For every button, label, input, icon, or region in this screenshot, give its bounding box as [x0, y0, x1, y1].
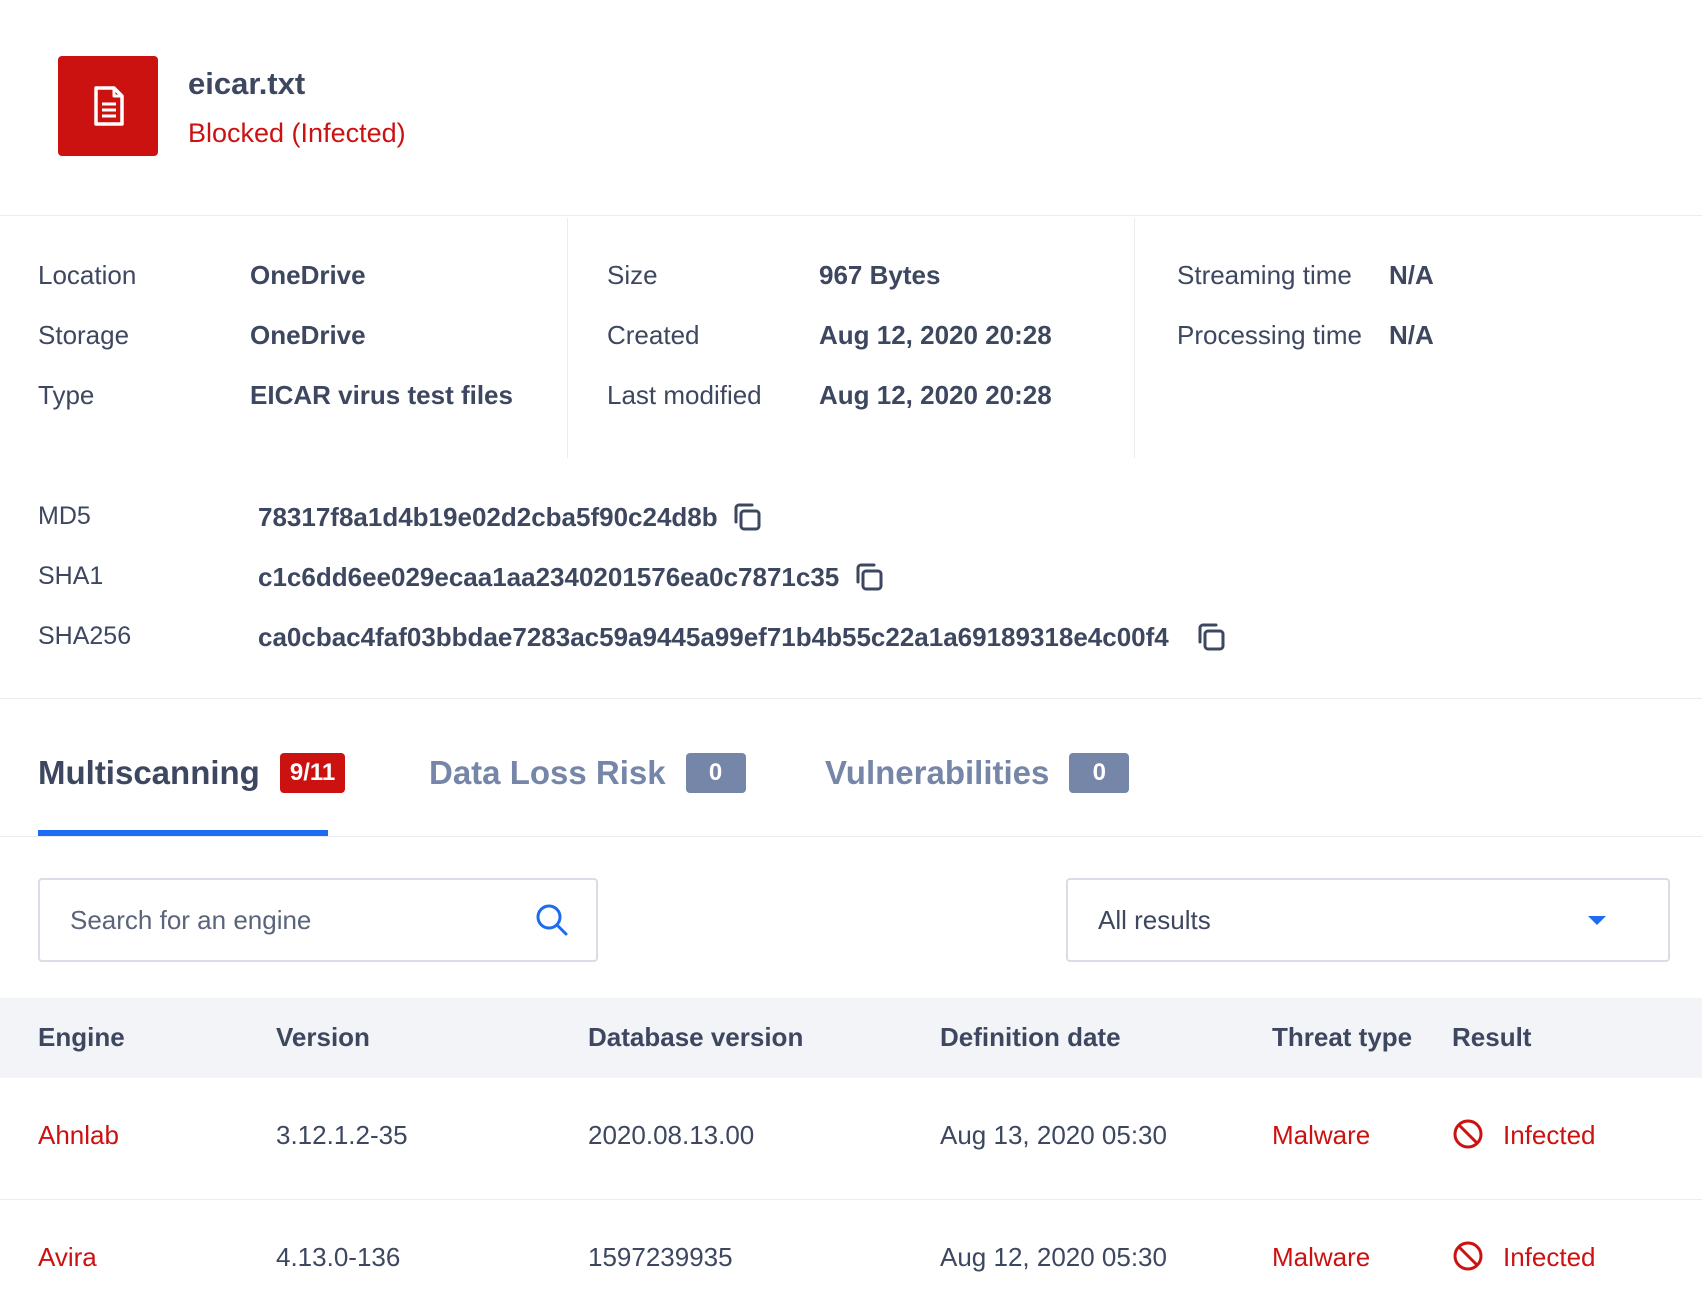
document-icon — [58, 56, 158, 156]
tab-badge: 9/11 — [279, 753, 346, 793]
info-value-type: EICAR virus test files — [250, 380, 513, 410]
hash-value-sha256: ca0cbac4faf03bbdae7283ac59a9445a99ef71b4… — [258, 622, 1169, 652]
definition-date: Aug 13, 2020 05:30 — [940, 1120, 1167, 1150]
tab-label: Multiscanning — [38, 754, 260, 791]
info-value-location: OneDrive — [250, 260, 366, 290]
column-header-version[interactable]: Version — [276, 1022, 370, 1053]
tab-multiscanning[interactable]: Multiscanning 9/11 — [38, 749, 346, 797]
database-version: 2020.08.13.00 — [588, 1120, 755, 1150]
tab-data-loss-risk[interactable]: Data Loss Risk 0 — [429, 749, 746, 797]
file-status: Blocked (Infected) — [188, 118, 406, 148]
threat-type: Malware — [1272, 1242, 1371, 1272]
engine-search-box — [38, 878, 598, 962]
active-tab-indicator — [38, 830, 328, 836]
tab-badge: 0 — [685, 753, 746, 793]
database-version: 1597239935 — [588, 1242, 733, 1272]
column-header-engine[interactable]: Engine — [38, 1022, 125, 1053]
hash-value-md5: 78317f8a1d4b19e02d2cba5f90c24d8b — [258, 502, 718, 532]
tab-label: Data Loss Risk — [429, 754, 666, 791]
chevron-down-icon — [1588, 916, 1606, 925]
file-header: eicar.txt Blocked (Infected) — [0, 0, 1702, 216]
engine-name: Ahnlab — [38, 1120, 119, 1150]
column-header-database-version[interactable]: Database version — [588, 1022, 803, 1053]
tab-bar: Multiscanning 9/11 Data Loss Risk 0 Vuln… — [0, 699, 1702, 837]
file-name: eicar.txt — [188, 66, 306, 101]
engine-name: Avira — [38, 1242, 97, 1272]
engine-version: 4.13.0-136 — [276, 1242, 401, 1272]
info-label-location: Location — [38, 260, 137, 290]
tab-badge: 0 — [1069, 753, 1130, 793]
info-label-created: Created — [607, 320, 700, 350]
info-value-size: 967 Bytes — [819, 260, 941, 290]
table-row[interactable]: Avira 4.13.0-136 1597239935 Aug 12, 2020… — [0, 1200, 1702, 1314]
info-value-storage: OneDrive — [250, 320, 366, 350]
info-column-size: Size 967 Bytes Created Aug 12, 2020 20:2… — [568, 218, 1135, 458]
column-header-threat-type[interactable]: Threat type — [1272, 1022, 1412, 1053]
info-value-processing-time: N/A — [1389, 320, 1434, 350]
info-value-created: Aug 12, 2020 20:28 — [819, 320, 1052, 350]
engine-version: 3.12.1.2-35 — [276, 1120, 408, 1150]
definition-date: Aug 12, 2020 05:30 — [940, 1242, 1167, 1272]
info-label-last-modified: Last modified — [607, 380, 762, 410]
column-header-definition-date[interactable]: Definition date — [940, 1022, 1121, 1053]
info-label-processing-time: Processing time — [1177, 320, 1362, 350]
info-value-last-modified: Aug 12, 2020 20:28 — [819, 380, 1052, 410]
engine-search-input[interactable] — [70, 900, 510, 940]
info-label-type: Type — [38, 380, 95, 410]
info-column-location: Location OneDrive Storage OneDrive Type … — [0, 218, 568, 458]
copy-icon[interactable] — [1194, 620, 1228, 654]
info-value-streaming-time: N/A — [1389, 260, 1434, 290]
column-header-result[interactable]: Result — [1452, 1022, 1531, 1053]
blocked-icon — [1452, 1240, 1484, 1272]
search-icon[interactable] — [534, 902, 570, 938]
scan-result: Infected — [1503, 1120, 1596, 1150]
table-header: Engine Version Database version Definiti… — [0, 998, 1702, 1078]
hash-label-sha1: SHA1 — [38, 562, 104, 590]
hash-label-md5: MD5 — [38, 502, 91, 530]
info-label-storage: Storage — [38, 320, 130, 350]
info-label-size: Size — [607, 260, 658, 290]
scan-result: Infected — [1503, 1242, 1596, 1272]
results-filter-select[interactable]: All results — [1066, 878, 1670, 962]
hash-value-sha1: c1c6dd6ee029ecaa1aa2340201576ea0c7871c35 — [258, 562, 840, 592]
results-filter-value: All results — [1098, 905, 1211, 935]
info-label-streaming-time: Streaming time — [1177, 260, 1352, 290]
tab-label: Vulnerabilities — [825, 754, 1050, 791]
threat-type: Malware — [1272, 1120, 1371, 1150]
table-row[interactable]: Ahnlab 3.12.1.2-35 2020.08.13.00 Aug 13,… — [0, 1078, 1702, 1200]
copy-icon[interactable] — [730, 500, 764, 534]
tab-vulnerabilities[interactable]: Vulnerabilities 0 — [825, 749, 1130, 797]
copy-icon[interactable] — [852, 560, 886, 594]
blocked-icon — [1452, 1118, 1484, 1150]
hash-label-sha256: SHA256 — [38, 622, 132, 650]
info-column-timing: Streaming time N/A Processing time N/A — [1135, 218, 1702, 458]
